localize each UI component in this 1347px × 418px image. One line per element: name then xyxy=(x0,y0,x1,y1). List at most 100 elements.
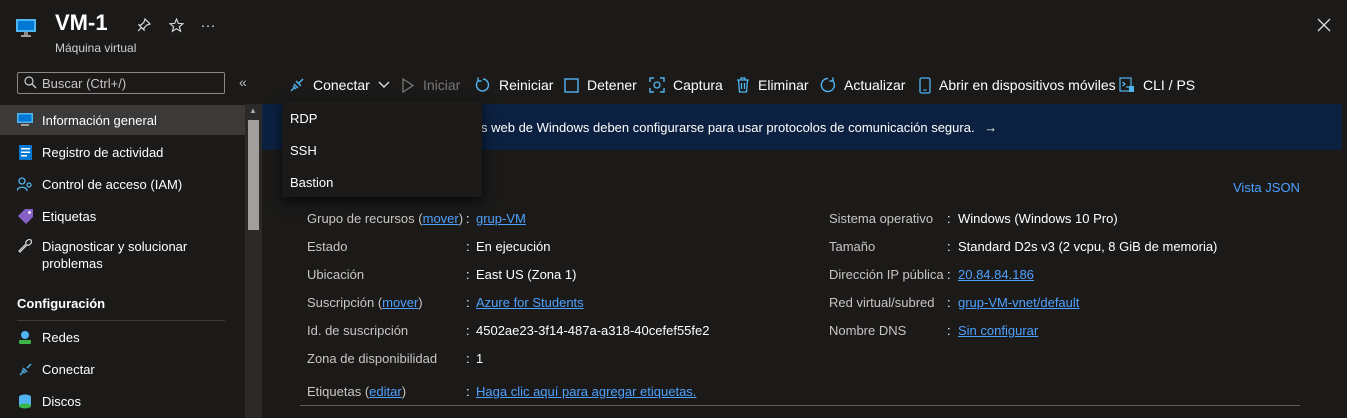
separator-colon: : xyxy=(466,384,470,399)
mobile-phone-icon xyxy=(919,76,931,94)
cli-ps-button[interactable]: CLI / PS xyxy=(1119,75,1195,95)
separator-colon: : xyxy=(466,211,470,226)
connect-dropdown-menu: RDP SSH Bastion xyxy=(282,101,482,197)
add-tags-link[interactable]: Haga clic aquí para agregar etiquetas. xyxy=(476,384,696,399)
capture-button[interactable]: Captura xyxy=(649,75,723,95)
essentials-divider xyxy=(300,405,1300,406)
separator-colon: : xyxy=(947,323,951,338)
json-view-link[interactable]: Vista JSON xyxy=(1233,180,1300,195)
move-subscription-link[interactable]: mover xyxy=(382,295,418,310)
command-toolbar: Conectar Iniciar Reiniciar Detener Captu… xyxy=(262,66,1347,102)
page-title: VM-1 xyxy=(55,10,108,35)
subscription-value[interactable]: Azure for Students xyxy=(476,295,584,310)
open-mobile-button[interactable]: Abrir en dispositivos móviles xyxy=(919,75,1116,95)
sidebar-item-label: Conectar xyxy=(42,361,95,377)
os-label: Sistema operativo xyxy=(829,211,934,226)
menu-item-ssh[interactable]: SSH xyxy=(290,143,317,158)
sidebar-item-networking[interactable]: Redes xyxy=(0,322,245,352)
connect-icon xyxy=(17,361,33,377)
delete-button[interactable]: Eliminar xyxy=(736,75,809,95)
status-label: Estado xyxy=(307,239,348,254)
arrow-right-icon: → xyxy=(984,120,998,135)
open-mobile-label: Abrir en dispositivos móviles xyxy=(939,77,1116,93)
search-box[interactable] xyxy=(17,72,225,94)
sidebar-item-label: Etiquetas xyxy=(42,208,97,224)
tag-icon xyxy=(17,208,33,224)
search-input[interactable] xyxy=(42,74,220,92)
section-title-configuration: Configuración xyxy=(17,296,106,311)
availability-zone-label: Zona de disponibilidad xyxy=(307,351,438,366)
favorite-star-icon[interactable] xyxy=(165,14,187,36)
status-value: En ejecución xyxy=(476,239,551,254)
iam-icon xyxy=(17,176,33,192)
separator-colon: : xyxy=(947,267,951,282)
vnet-subnet-label: Red virtual/subred xyxy=(829,295,935,310)
refresh-button[interactable]: Actualizar xyxy=(820,75,905,95)
sidebar-item-diagnose[interactable]: Diagnosticar y solucionar problemas xyxy=(0,233,245,273)
public-ip-label: Dirección IP pública xyxy=(829,267,944,282)
menu-item-bastion[interactable]: Bastion xyxy=(290,175,333,190)
refresh-icon xyxy=(820,77,836,93)
resource-group-label: Grupo de recursos (mover) xyxy=(307,211,464,226)
separator-colon: : xyxy=(466,295,470,310)
monitor-icon xyxy=(17,112,33,128)
scrollbar-thumb[interactable] xyxy=(248,120,259,230)
resource-group-value[interactable]: grup-VM xyxy=(476,211,526,226)
network-icon xyxy=(17,329,33,345)
disk-icon xyxy=(17,393,33,409)
banner-message[interactable]: s web de Windows deben configurarse para… xyxy=(481,120,997,135)
stop-button[interactable]: Detener xyxy=(564,75,637,95)
sidebar-item-label: Discos xyxy=(42,393,82,409)
start-label: Iniciar xyxy=(423,77,461,93)
close-icon[interactable] xyxy=(1313,14,1335,36)
sidebar-item-iam[interactable]: Control de acceso (IAM) xyxy=(0,169,245,199)
restart-label: Reiniciar xyxy=(499,77,554,93)
play-icon xyxy=(402,77,415,93)
sidebar-scrollbar[interactable]: ▲ xyxy=(245,104,262,418)
connect-icon xyxy=(290,78,304,92)
location-label: Ubicación xyxy=(307,267,365,282)
restart-icon xyxy=(475,77,490,92)
start-button[interactable]: Iniciar xyxy=(401,75,460,95)
size-label: Tamaño xyxy=(829,239,876,254)
capture-label: Captura xyxy=(673,77,723,93)
edit-tags-link[interactable]: editar xyxy=(369,384,402,399)
menu-item-rdp[interactable]: RDP xyxy=(290,111,317,126)
public-ip-value[interactable]: 20.84.84.186 xyxy=(958,267,1034,282)
wrench-icon xyxy=(17,237,33,253)
search-icon xyxy=(24,76,37,89)
cli-ps-label: CLI / PS xyxy=(1143,77,1196,93)
restart-button[interactable]: Reiniciar xyxy=(475,75,553,95)
separator-colon: : xyxy=(466,323,470,338)
move-resource-group-link[interactable]: mover xyxy=(423,211,459,226)
availability-zone-value: 1 xyxy=(476,351,484,366)
collapse-sidebar-button[interactable]: « xyxy=(239,74,247,90)
separator-colon: : xyxy=(466,267,470,282)
sidebar-item-connect[interactable]: Conectar xyxy=(0,354,245,384)
more-options-button[interactable]: ··· xyxy=(197,14,219,36)
sidebar-item-activity-log[interactable]: Registro de actividad xyxy=(0,137,245,167)
connect-button[interactable]: Conectar xyxy=(289,75,390,95)
subscription-id-label: Id. de suscripción xyxy=(307,323,409,338)
dns-name-value[interactable]: Sin configurar xyxy=(958,323,1038,338)
pin-icon[interactable] xyxy=(133,14,155,36)
virtual-machine-icon xyxy=(16,18,36,38)
sidebar-item-label: Diagnosticar y solucionar problemas xyxy=(42,239,188,271)
sidebar-item-label: Control de acceso (IAM) xyxy=(42,176,183,192)
capture-icon xyxy=(649,77,665,93)
sidebar-item-label: Información general xyxy=(42,112,157,128)
sidebar-item-tags[interactable]: Etiquetas xyxy=(0,201,245,231)
trash-icon xyxy=(737,77,749,93)
sidebar-item-label: Redes xyxy=(42,329,80,345)
subscription-label: Suscripción (mover) xyxy=(307,295,423,310)
sidebar-item-overview[interactable]: Información general xyxy=(0,105,245,135)
sidebar-item-disks[interactable]: Discos xyxy=(0,386,245,416)
separator-colon: : xyxy=(947,239,951,254)
vnet-subnet-value[interactable]: grup-VM-vnet/default xyxy=(958,295,1079,310)
os-value: Windows (Windows 10 Pro) xyxy=(958,211,1118,226)
delete-label: Eliminar xyxy=(758,77,809,93)
stop-label: Detener xyxy=(587,77,637,93)
separator-colon: : xyxy=(947,211,951,226)
separator-colon: : xyxy=(947,295,951,310)
scroll-up-arrow-icon[interactable]: ▲ xyxy=(249,106,257,115)
